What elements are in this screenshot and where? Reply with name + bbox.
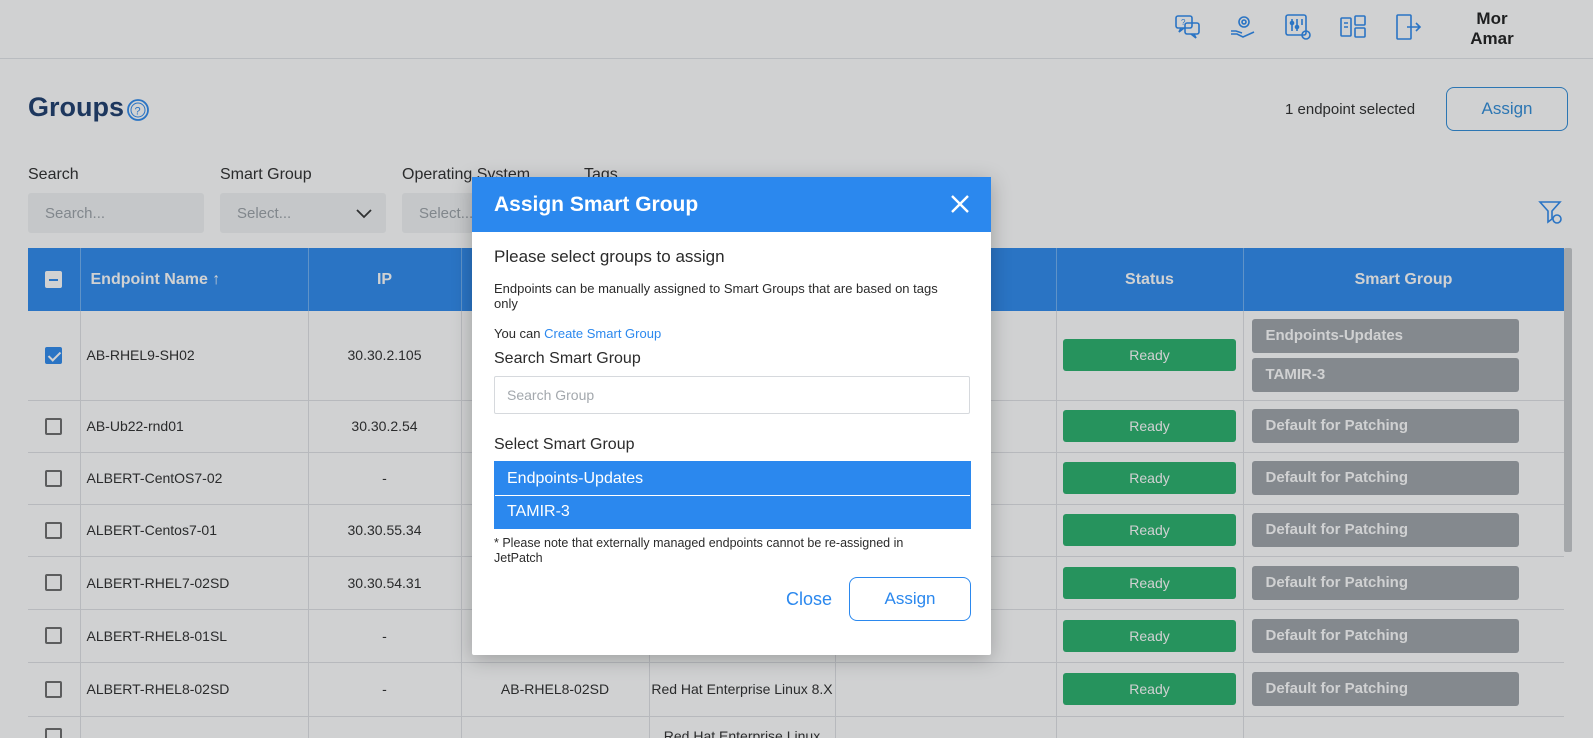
assign-smart-group-modal: Assign Smart Group Please select groups … (472, 177, 991, 655)
create-smart-group-link[interactable]: Create Smart Group (544, 326, 661, 341)
modal-title: Assign Smart Group (494, 192, 699, 216)
modal-note: * Please note that externally managed en… (494, 536, 904, 565)
create-smart-group-text: You can Create Smart Group (494, 326, 661, 341)
modal-header: Assign Smart Group (472, 177, 991, 232)
search-group-input[interactable] (494, 376, 970, 414)
create-prefix: You can (494, 326, 545, 341)
close-icon[interactable] (949, 193, 971, 215)
smart-group-list: Endpoints-Updates TAMIR-3 (494, 461, 971, 529)
smart-group-option[interactable]: Endpoints-Updates (495, 462, 970, 495)
modal-subtitle: Please select groups to assign (494, 247, 725, 266)
modal-description: Endpoints can be manually assigned to Sm… (494, 281, 938, 311)
close-button[interactable]: Close (784, 577, 834, 621)
modal-assign-button[interactable]: Assign (849, 577, 971, 621)
smart-group-option[interactable]: TAMIR-3 (495, 495, 970, 528)
search-smart-group-label: Search Smart Group (494, 350, 641, 367)
select-smart-group-label: Select Smart Group (494, 436, 635, 453)
